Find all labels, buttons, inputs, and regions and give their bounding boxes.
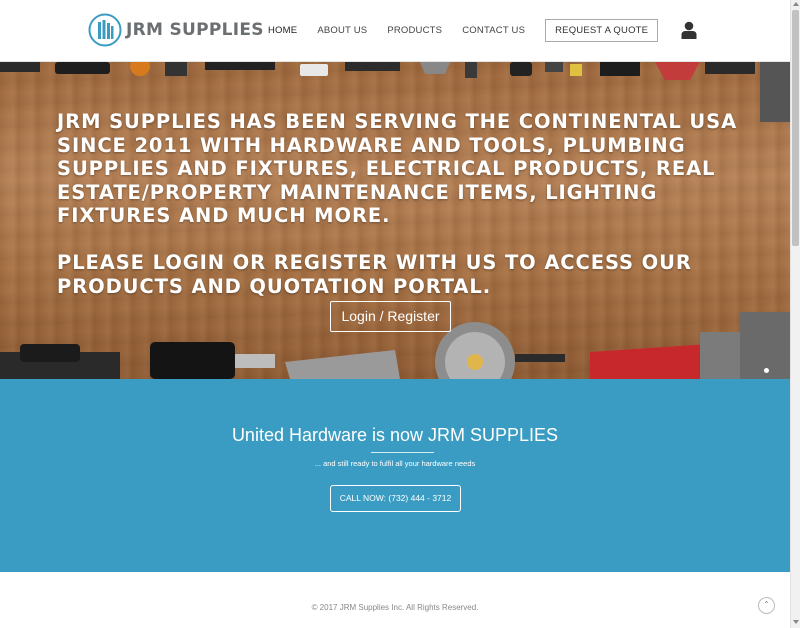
hero-banner: JRM SUPPLIES HAS BEEN SERVING THE CONTIN… <box>0 62 790 379</box>
nav-home[interactable]: HOME <box>268 20 297 42</box>
band-title: United Hardware is now JRM SUPPLIES <box>231 425 559 445</box>
copyright-text: © 2017 JRM Supplies Inc. All Rights Rese… <box>311 603 479 612</box>
divider <box>371 452 434 453</box>
site-footer: © 2017 JRM Supplies Inc. All Rights Rese… <box>0 572 790 628</box>
main-nav: HOME ABOUT US PRODUCTS CONTACT US REQUES… <box>268 19 659 42</box>
login-register-button[interactable]: Login / Register <box>330 301 451 332</box>
building-logo-icon <box>88 13 122 47</box>
vertical-scrollbar[interactable] <box>790 0 800 628</box>
back-to-top-button[interactable]: ⌃ <box>758 597 775 614</box>
scroll-thumb[interactable] <box>792 10 799 246</box>
scroll-down-arrow-icon[interactable] <box>793 620 799 624</box>
hero-paragraph-intro: JRM SUPPLIES HAS BEEN SERVING THE CONTIN… <box>57 110 738 227</box>
announcement-band: United Hardware is now JRM SUPPLIES ... … <box>0 379 790 572</box>
request-quote-button[interactable]: REQUEST A QUOTE <box>545 19 659 42</box>
call-now-button[interactable]: CALL NOW: (732) 444 - 3712 <box>330 485 461 512</box>
site-header: JRM SUPPLIES HOME ABOUT US PRODUCTS CONT… <box>0 0 790 62</box>
logo[interactable]: JRM SUPPLIES <box>88 13 264 47</box>
slider-dot[interactable] <box>764 368 769 373</box>
chevron-up-icon: ⌃ <box>763 600 770 609</box>
hero-paragraph-login: PLEASE LOGIN OR REGISTER WITH US TO ACCE… <box>57 251 692 298</box>
user-icon[interactable] <box>681 21 697 39</box>
nav-products[interactable]: PRODUCTS <box>387 20 442 42</box>
scroll-up-arrow-icon[interactable] <box>793 2 799 6</box>
nav-about-us[interactable]: ABOUT US <box>317 20 367 42</box>
brand-name: JRM SUPPLIES <box>126 20 264 40</box>
hero-message: JRM SUPPLIES HAS BEEN SERVING THE CONTIN… <box>57 110 747 322</box>
band-subtitle: ... and still ready to fulfil all your h… <box>314 459 476 468</box>
nav-contact-us[interactable]: CONTACT US <box>462 20 525 42</box>
